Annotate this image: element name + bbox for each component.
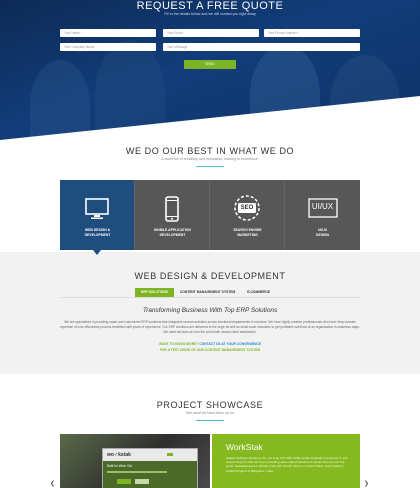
service-label-line2: DEVELOPMENT — [84, 232, 111, 237]
tab-erp-solutions[interactable]: ERP SOLUTIONS — [135, 288, 174, 297]
mockup-logo: wo✓kstak — [107, 452, 131, 458]
erp-paragraph: We are specialized in providing smart an… — [60, 320, 360, 334]
monitor-mockup: wo✓kstak Built for Work Out — [102, 448, 198, 488]
test-drive-link[interactable]: FOR A TEST DRIVE OF OUR CONTENT MANAGEME… — [0, 348, 420, 352]
mockup-tagline: Built for Work Out — [107, 464, 133, 468]
phone-field[interactable]: Your Phone Number * — [264, 29, 360, 37]
message-field[interactable]: Your Message — [163, 43, 360, 51]
best-subtitle: A world full of creativity and innovatio… — [161, 157, 259, 161]
showcase-subtitle: See what we have been up to! — [185, 411, 235, 415]
service-label-line2: DEVELOPMENT — [159, 232, 186, 237]
ui-ux-icon-text: UI/UX — [311, 202, 334, 211]
best-divider — [196, 166, 224, 167]
tab-content-management[interactable]: CONTENT MANAGEMENT SYSTEM — [174, 288, 241, 297]
seo-icon: SEO — [233, 194, 261, 227]
name-field[interactable]: Your Name * — [60, 29, 156, 37]
web-dev-tabs: ERP SOLUTIONS CONTENT MANAGEMENT SYSTEM … — [135, 288, 276, 297]
mobile-icon — [165, 196, 179, 227]
quote-hero: REQUEST A FREE QUOTE Fill in the details… — [0, 0, 420, 140]
service-seo[interactable]: SEO SEARCH ENGINE MARKETING — [210, 180, 285, 250]
erp-heading: Transforming Business With Top ERP Solut… — [142, 307, 278, 314]
services-grid: WEB DESIGN & DEVELOPMENT MOBILE APPLICAT… — [60, 180, 360, 250]
tab-e-commerce[interactable]: E-COMMERCE — [241, 288, 276, 297]
tabs-divider — [60, 297, 360, 298]
ui-ux-icon: UI/UX — [307, 198, 338, 223]
project-description: Hellcat Software Solutions Pvt. Ltd is a… — [226, 456, 348, 473]
contact-link[interactable]: CONTACT US AT YOUR CONVENIENCE — [199, 342, 261, 346]
service-ui-ux[interactable]: UI/UX UI/UX DESIGN — [285, 180, 360, 250]
quote-subtitle: Fill in the details below and we will co… — [164, 12, 256, 16]
prev-arrow-icon[interactable]: ❮ — [50, 480, 55, 487]
quote-title: REQUEST A FREE QUOTE — [136, 0, 284, 12]
project-screenshot[interactable]: wo✓kstak Built for Work Out — [60, 434, 210, 488]
service-label-line2: MARKETING — [237, 232, 258, 237]
showcase-title: PROJECT SHOWCASE — [156, 400, 264, 410]
hero-diagonal-cut — [0, 96, 420, 140]
know-more-line: WANT TO KNOW MORE? CONTACT US AT YOUR CO… — [0, 342, 420, 346]
mockup-banner: Built for Work Out — [103, 461, 197, 488]
email-field[interactable]: Your Email * — [163, 29, 259, 37]
monitor-icon — [85, 198, 109, 225]
active-service-pointer — [93, 250, 101, 255]
service-mobile-app[interactable]: MOBILE APPLICATION DEVELOPMENT — [135, 180, 210, 250]
best-title: WE DO OUR BEST IN WHAT WE DO — [125, 146, 295, 156]
send-button[interactable]: SEND — [184, 60, 236, 69]
web-dev-title: WEB DESIGN & DEVELOPMENT — [134, 271, 286, 281]
company-field[interactable]: Your Company Name — [60, 43, 156, 51]
showcase-divider — [196, 420, 224, 421]
know-more-label: WANT TO KNOW MORE? — [158, 342, 199, 346]
mockup-button — [117, 479, 131, 484]
next-arrow-icon[interactable]: ❯ — [364, 480, 369, 487]
service-web-design[interactable]: WEB DESIGN & DEVELOPMENT — [60, 180, 135, 250]
project-name: WorkStak — [226, 442, 263, 452]
mockup-button — [135, 479, 149, 484]
seo-icon-text: SEO — [240, 204, 254, 211]
service-label-line2: DESIGN — [316, 232, 329, 237]
mockup-text-line — [107, 471, 167, 473]
mockup-badge — [167, 453, 173, 456]
